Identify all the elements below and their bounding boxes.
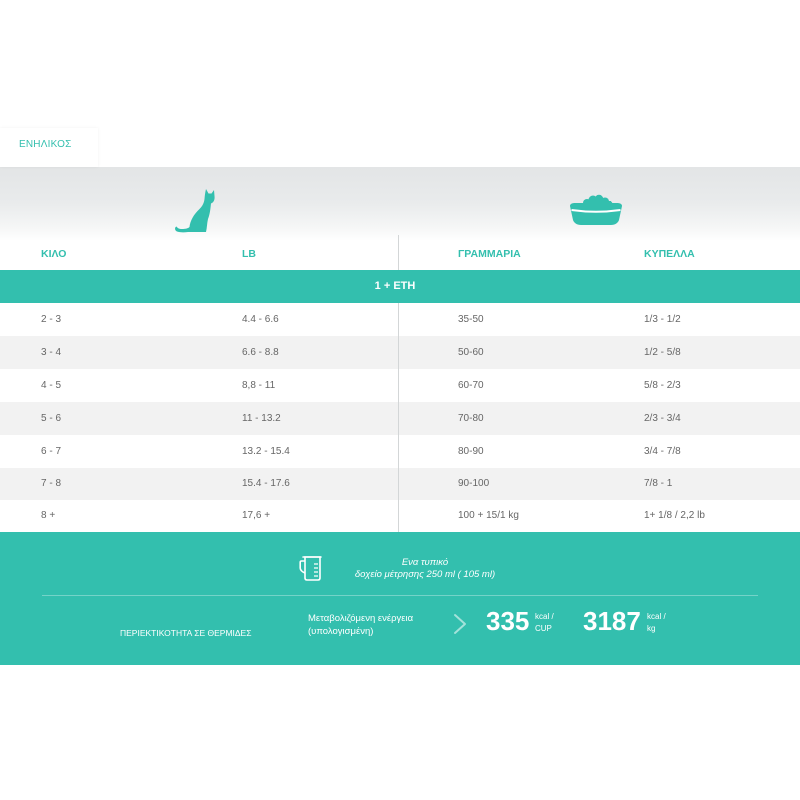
table-row: 6 - 7 13.2 - 15.4 80-90 3/4 - 7/8: [0, 435, 800, 468]
cell-kilo: 8 +: [41, 510, 56, 521]
kcal-per-kg-unit-line1: kcal /: [647, 612, 666, 621]
cell-grams: 70-80: [458, 413, 484, 424]
cell-grams: 100 + 15/1 kg: [458, 510, 519, 521]
cell-grams: 50-60: [458, 347, 484, 358]
cell-kilo: 2 - 3: [41, 314, 62, 325]
cell-grams: 90-100: [458, 478, 490, 489]
table-row: 5 - 6 11 - 13.2 70-80 2/3 - 3/4: [0, 402, 800, 435]
cell-lb: 6.6 - 8.8: [242, 347, 279, 358]
age-group-label: 1 + ΕΤΗ: [374, 280, 416, 292]
metabolizable-energy-label: Μεταβολιζόμενη ενέργεια (υπολογισμένη): [308, 612, 413, 638]
measuring-cup-note-line2: δοχείο μέτρησης 250 ml ( 105 ml): [354, 569, 496, 580]
cat-icon: [175, 189, 215, 233]
table-row: 4 - 5 8,8 - 11 60-70 5/8 - 2/3: [0, 369, 800, 402]
kcal-per-kg-value: 3187: [583, 606, 641, 636]
cell-grams: 80-90: [458, 446, 484, 457]
column-header-cups: ΚΥΠΕΛΛΑ: [644, 248, 695, 260]
cell-cups: 1+ 1/8 / 2,2 lb: [644, 510, 705, 521]
energy-label-line1: Μεταβολιζόμενη ενέργεια: [308, 613, 414, 624]
panel-divider: [42, 595, 758, 596]
column-header-kilo: ΚΙΛΟ: [41, 248, 67, 260]
table-row: 3 - 4 6.6 - 8.8 50-60 1/2 - 5/8: [0, 336, 800, 369]
cell-cups: 1/2 - 5/8: [644, 347, 681, 358]
column-header-lb: LB: [242, 248, 256, 260]
bowl-icon: [570, 194, 622, 225]
tab-adult-label: ΕΝΗΛΙΚΟΣ: [19, 139, 72, 150]
cell-kilo: 6 - 7: [41, 446, 62, 457]
cell-lb: 13.2 - 15.4: [242, 446, 290, 457]
calorie-panel: [0, 532, 800, 665]
measuring-cup-note: Ενα τυπικό δοχείο μέτρησης 250 ml ( 105 …: [335, 557, 515, 581]
kcal-per-cup-value: 335: [486, 606, 530, 636]
cell-cups: 7/8 - 1: [644, 478, 673, 489]
cell-lb: 17,6 +: [242, 510, 271, 521]
age-group-band: 1 + ΕΤΗ: [0, 270, 800, 303]
cell-grams: 35-50: [458, 314, 484, 325]
kcal-per-kg-unit-line2: kg: [647, 624, 656, 633]
kcal-per-kg-unit: kcal / kg: [647, 611, 666, 635]
cell-kilo: 3 - 4: [41, 347, 62, 358]
cell-kilo: 5 - 6: [41, 413, 62, 424]
calorie-content-label: ΠΕΡΙΕΚΤΙΚΟΤΗΤΑ ΣΕ ΘΕΡΜΙΔΕΣ: [120, 628, 252, 638]
cell-cups: 2/3 - 3/4: [644, 413, 681, 424]
cell-lb: 11 - 13.2: [242, 413, 281, 424]
cell-cups: 5/8 - 2/3: [644, 380, 681, 391]
cell-kilo: 4 - 5: [41, 380, 62, 391]
kcal-per-cup-unit: kcal / CUP: [535, 611, 554, 635]
column-header-grams: ΓΡΑΜΜΑΡΙΑ: [458, 248, 521, 260]
cell-lb: 8,8 - 11: [242, 380, 276, 391]
table-row: 2 - 3 4.4 - 6.6 35-50 1/3 - 1/2: [0, 303, 800, 336]
tab-adult[interactable]: ΕΝΗΛΙΚΟΣ: [0, 128, 98, 167]
cell-lb: 4.4 - 6.6: [242, 314, 279, 325]
cell-cups: 3/4 - 7/8: [644, 446, 681, 457]
measuring-cup-note-line1: Ενα τυπικό: [401, 557, 449, 568]
kcal-per-cup-unit-line1: kcal /: [535, 612, 554, 621]
cell-lb: 15.4 - 17.6: [242, 478, 290, 489]
table-row: 7 - 8 15.4 - 17.6 90-100 7/8 - 1: [0, 468, 800, 500]
chevron-right-icon: [454, 614, 466, 634]
kcal-per-cup-unit-line2: CUP: [535, 624, 552, 633]
measuring-cup-icon: [299, 556, 322, 581]
energy-label-line2: (υπολογισμένη): [308, 626, 374, 637]
table-row: 8 + 17,6 + 100 + 15/1 kg 1+ 1/8 / 2,2 lb: [0, 500, 800, 532]
cell-kilo: 7 - 8: [41, 478, 62, 489]
cell-grams: 60-70: [458, 380, 484, 391]
cell-cups: 1/3 - 1/2: [644, 314, 681, 325]
